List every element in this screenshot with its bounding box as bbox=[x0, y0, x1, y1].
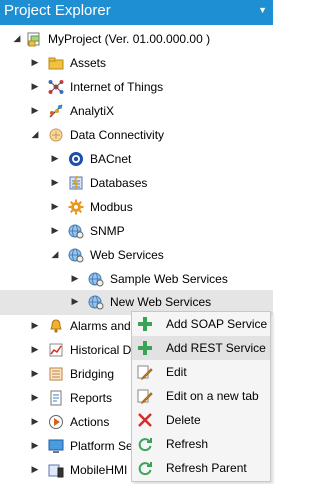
tree-item-label: Assets bbox=[70, 56, 107, 70]
modbus-icon bbox=[68, 199, 84, 215]
actions-icon bbox=[48, 414, 64, 430]
menu-item-label: Edit on a new tab bbox=[166, 389, 259, 403]
iot-icon bbox=[48, 79, 64, 95]
tree-item-label: Actions bbox=[70, 415, 110, 429]
pencil-icon bbox=[135, 386, 155, 406]
panel-dropdown-icon[interactable]: ▼ bbox=[258, 5, 267, 15]
collapse-arrow-icon[interactable]: ◢ bbox=[50, 249, 60, 259]
mobilehmi-icon bbox=[48, 462, 64, 478]
tree-item-modbus[interactable]: ▶ Modbus bbox=[0, 195, 273, 219]
plus-icon bbox=[135, 314, 155, 334]
tree-item-label: Modbus bbox=[90, 200, 133, 214]
menu-item-edit-new-tab[interactable]: Edit on a new tab bbox=[132, 384, 270, 408]
tree-item-data-connectivity[interactable]: ◢ Data Connectivity bbox=[0, 123, 273, 147]
tree-item-label: Bridging bbox=[70, 367, 115, 381]
expand-arrow-icon[interactable]: ▶ bbox=[30, 57, 40, 67]
tree-item-bacnet[interactable]: ▶ BACnet bbox=[0, 147, 273, 171]
tree-item-label: SNMP bbox=[90, 224, 125, 238]
menu-item-label: Edit bbox=[166, 365, 187, 379]
web-service-icon bbox=[88, 294, 104, 310]
snmp-icon bbox=[68, 223, 84, 239]
tree-item-label: New Web Services bbox=[110, 295, 212, 309]
tree-item-analytix[interactable]: ▶ AnalytiX bbox=[0, 99, 273, 123]
refresh-icon bbox=[135, 434, 155, 454]
menu-item-add-soap-service[interactable]: Add SOAP Service bbox=[132, 312, 270, 336]
refresh-icon bbox=[135, 458, 155, 478]
collapse-arrow-icon[interactable]: ◢ bbox=[30, 129, 40, 139]
tree-item-label: Internet of Things bbox=[70, 80, 164, 94]
delete-x-icon bbox=[135, 410, 155, 430]
panel-title: Project Explorer bbox=[4, 2, 111, 19]
menu-item-edit[interactable]: Edit bbox=[132, 360, 270, 384]
tree-item-snmp[interactable]: ▶ SNMP bbox=[0, 219, 273, 243]
tree-item-label: MobileHMI bbox=[70, 463, 128, 477]
expand-arrow-icon[interactable]: ▶ bbox=[30, 392, 40, 402]
platform-icon bbox=[48, 438, 64, 454]
reports-icon bbox=[48, 390, 64, 406]
web-service-icon bbox=[88, 271, 104, 287]
menu-item-delete[interactable]: Delete bbox=[132, 408, 270, 432]
menu-item-refresh[interactable]: Refresh bbox=[132, 432, 270, 456]
tree-item-assets[interactable]: ▶ Assets bbox=[0, 51, 273, 75]
tree-item-label: Sample Web Services bbox=[110, 272, 228, 286]
expand-arrow-icon[interactable]: ▶ bbox=[50, 225, 60, 235]
expand-arrow-icon[interactable]: ▶ bbox=[30, 440, 40, 450]
bridging-icon bbox=[48, 366, 64, 382]
tree-item-label: BACnet bbox=[90, 152, 132, 166]
expand-arrow-icon[interactable]: ▶ bbox=[50, 153, 60, 163]
expand-arrow-icon[interactable]: ▶ bbox=[30, 320, 40, 330]
tree-item-root[interactable]: ◢ MyProject (Ver. 01.00.000.00 ) bbox=[0, 27, 273, 51]
analytix-icon bbox=[48, 103, 64, 119]
menu-item-label: Refresh bbox=[166, 437, 209, 451]
historical-icon bbox=[48, 342, 64, 358]
tree-item-label: Reports bbox=[70, 391, 113, 405]
tree-item-label: Web Services bbox=[90, 248, 164, 262]
tree-item-sample-web-services[interactable]: ▶ Sample Web Services bbox=[0, 267, 273, 291]
expand-arrow-icon[interactable]: ▶ bbox=[50, 177, 60, 187]
expand-arrow-icon[interactable]: ▶ bbox=[30, 81, 40, 91]
bacnet-icon bbox=[68, 151, 84, 167]
pencil-icon bbox=[135, 362, 155, 382]
project-icon bbox=[26, 31, 42, 47]
expand-arrow-icon[interactable]: ▶ bbox=[50, 201, 60, 211]
tree-item-label: Platform Se bbox=[70, 439, 133, 453]
tree-item-iot[interactable]: ▶ Internet of Things bbox=[0, 75, 273, 99]
menu-item-refresh-parent[interactable]: Refresh Parent bbox=[132, 456, 270, 480]
expand-arrow-icon[interactable]: ▶ bbox=[30, 368, 40, 378]
tree-item-label: MyProject (Ver. 01.00.000.00 ) bbox=[48, 32, 211, 46]
tree-item-label: Data Connectivity bbox=[70, 128, 165, 142]
menu-item-label: Refresh Parent bbox=[166, 461, 247, 475]
panel-title-bar: Project Explorer ▼ bbox=[0, 0, 273, 25]
collapse-arrow-icon[interactable]: ◢ bbox=[12, 33, 22, 43]
plus-icon bbox=[135, 338, 155, 358]
tree-item-label: Databases bbox=[90, 176, 148, 190]
tree-item-label: Alarms and bbox=[70, 319, 131, 333]
tree-item-label: AnalytiX bbox=[70, 104, 115, 118]
menu-item-label: Delete bbox=[166, 413, 201, 427]
menu-item-label: Add REST Service bbox=[166, 341, 266, 355]
tree-item-databases[interactable]: ▶ Databases bbox=[0, 171, 273, 195]
expand-arrow-icon[interactable]: ▶ bbox=[30, 344, 40, 354]
menu-item-label: Add SOAP Service bbox=[166, 317, 268, 331]
menu-item-add-rest-service[interactable]: Add REST Service bbox=[132, 336, 270, 360]
data-connectivity-icon bbox=[48, 127, 64, 143]
expand-arrow-icon[interactable]: ▶ bbox=[30, 464, 40, 474]
database-icon bbox=[68, 175, 84, 191]
expand-arrow-icon[interactable]: ▶ bbox=[30, 105, 40, 115]
expand-arrow-icon[interactable]: ▶ bbox=[70, 296, 80, 306]
assets-icon bbox=[48, 55, 64, 71]
context-menu: Add SOAP Service Add REST Service Edit E… bbox=[131, 311, 271, 482]
expand-arrow-icon[interactable]: ▶ bbox=[70, 273, 80, 283]
web-services-icon bbox=[68, 247, 84, 263]
tree-item-label: Historical D bbox=[70, 343, 132, 357]
expand-arrow-icon[interactable]: ▶ bbox=[30, 416, 40, 426]
tree-item-web-services[interactable]: ◢ Web Services bbox=[0, 243, 273, 267]
alarm-icon bbox=[48, 318, 64, 334]
